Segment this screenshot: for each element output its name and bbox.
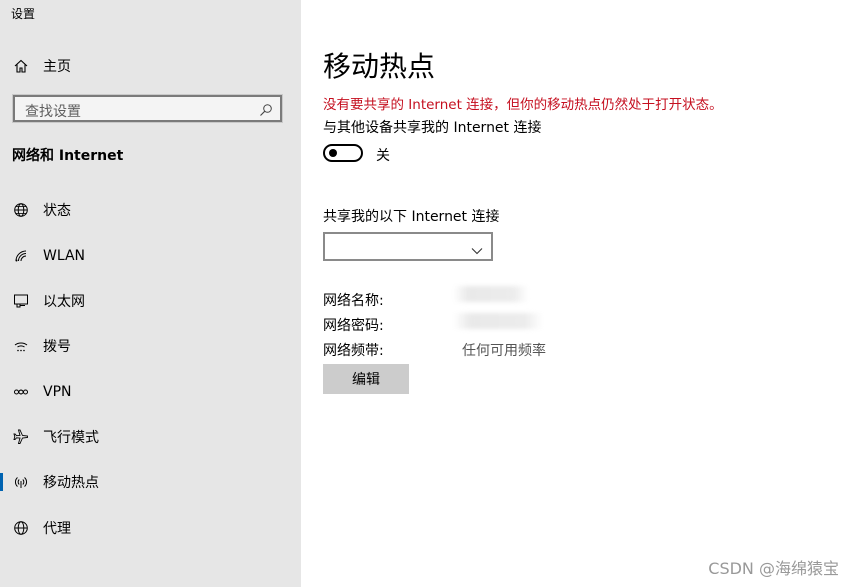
chevron-down-icon xyxy=(471,241,483,255)
search-placeholder: 查找设置 xyxy=(25,104,81,120)
network-name-value-redacted xyxy=(453,286,529,302)
sidebar-item-label: 飞行模式 xyxy=(43,430,99,446)
sidebar-item-label: WLAN xyxy=(43,248,86,264)
connection-select[interactable] xyxy=(323,232,493,261)
network-band-value: 任何可用频率 xyxy=(462,343,546,359)
edit-button[interactable]: 编辑 xyxy=(323,364,409,394)
sidebar: 设置 主页 查找设置 网络和 Internet 状态 WLAN 以太网 拨号 V… xyxy=(0,0,301,587)
hotspot-icon xyxy=(12,473,30,491)
search-input[interactable]: 查找设置 xyxy=(12,94,283,123)
sidebar-item-label: 主页 xyxy=(43,59,71,75)
app-title: 设置 xyxy=(11,7,36,21)
sidebar-item-home[interactable]: 主页 xyxy=(0,50,301,82)
sidebar-item-label: 拨号 xyxy=(43,339,71,355)
globe-icon xyxy=(12,519,30,537)
page-title: 移动热点 xyxy=(323,50,436,83)
network-password-label: 网络密码: xyxy=(323,318,384,334)
sidebar-item-vpn[interactable]: VPN xyxy=(0,375,301,409)
sidebar-item-airplane-mode[interactable]: 飞行模式 xyxy=(0,420,301,454)
sidebar-item-mobile-hotspot[interactable]: 移动热点 xyxy=(0,465,301,499)
ethernet-icon xyxy=(12,292,30,310)
sidebar-item-status[interactable]: 状态 xyxy=(0,193,301,227)
sidebar-item-wlan[interactable]: WLAN xyxy=(0,239,301,273)
sidebar-item-label: 代理 xyxy=(43,521,71,537)
settings-window: 设置 主页 查找设置 网络和 Internet 状态 WLAN 以太网 拨号 V… xyxy=(0,0,853,587)
sidebar-item-dialup[interactable]: 拨号 xyxy=(0,329,301,363)
sidebar-item-label: 以太网 xyxy=(43,294,85,310)
network-band-label: 网络频带: xyxy=(323,343,384,359)
network-password-value-redacted xyxy=(453,313,543,329)
search-icon[interactable] xyxy=(259,102,273,116)
sidebar-item-label: VPN xyxy=(43,384,72,400)
home-icon xyxy=(12,57,30,75)
sidebar-item-proxy[interactable]: 代理 xyxy=(0,511,301,545)
selection-indicator xyxy=(0,473,3,491)
warning-message: 没有要共享的 Internet 连接，但你的移动热点仍然处于打开状态。 xyxy=(323,97,723,113)
watermark: CSDN @海绵猿宝 xyxy=(708,559,839,578)
dialup-icon xyxy=(12,337,30,355)
connection-select-label: 共享我的以下 Internet 连接 xyxy=(323,209,500,225)
globe-icon xyxy=(12,201,30,219)
vpn-icon xyxy=(12,383,30,401)
toggle-state-label: 关 xyxy=(376,148,390,164)
network-name-label: 网络名称: xyxy=(323,293,384,309)
share-connection-label: 与其他设备共享我的 Internet 连接 xyxy=(323,120,542,136)
toggle-knob xyxy=(329,149,337,157)
hotspot-toggle[interactable] xyxy=(323,144,363,162)
airplane-icon xyxy=(12,428,30,446)
sidebar-item-ethernet[interactable]: 以太网 xyxy=(0,284,301,318)
sidebar-item-label: 移动热点 xyxy=(43,475,99,491)
section-title: 网络和 Internet xyxy=(12,148,124,164)
wifi-icon xyxy=(12,247,30,265)
main-content: 移动热点 没有要共享的 Internet 连接，但你的移动热点仍然处于打开状态。… xyxy=(301,0,853,587)
sidebar-item-label: 状态 xyxy=(43,203,71,219)
